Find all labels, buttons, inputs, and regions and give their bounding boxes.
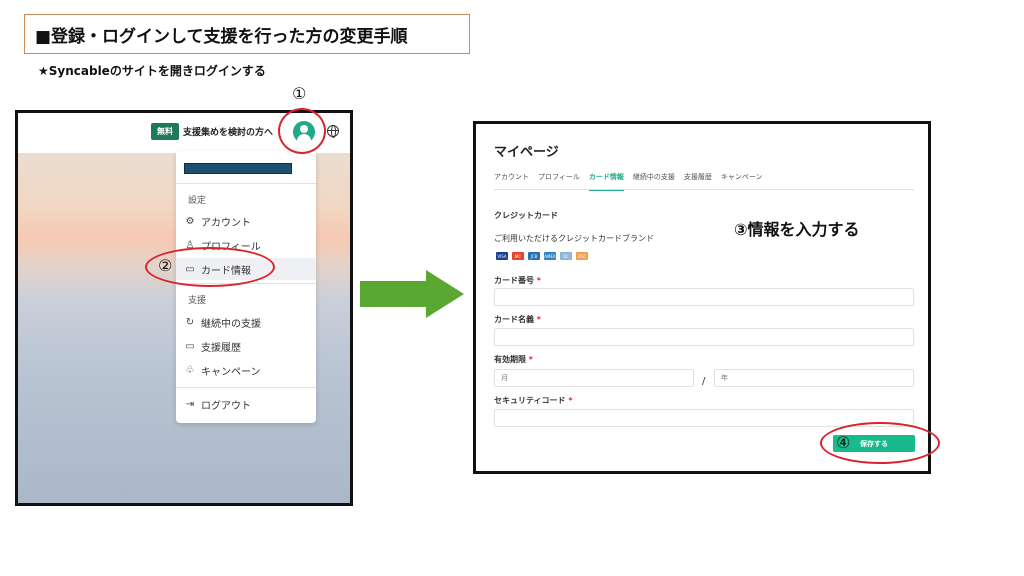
- card-name-input[interactable]: [494, 328, 914, 346]
- card-brand-icons: VISA MC JCB AMEX DC DSC: [496, 252, 588, 260]
- required-mark: *: [528, 355, 533, 364]
- required-mark: *: [568, 396, 573, 405]
- instruction-text: ★Syncableのサイトを開きログインする: [38, 64, 266, 78]
- menu-item-label: ログアウト: [201, 400, 251, 412]
- card-name-label: カード名義 *: [494, 314, 541, 325]
- jcb-icon: JCB: [528, 252, 540, 260]
- expiry-year-input[interactable]: [714, 369, 914, 387]
- card-number-input[interactable]: [494, 288, 914, 306]
- card-number-label-text: カード番号: [494, 276, 534, 285]
- menu-item-campaign[interactable]: ♧ キャンペーン: [176, 359, 316, 381]
- menu-item-account[interactable]: ⚙ アカウント: [176, 210, 316, 232]
- menu-item-continuing-support[interactable]: ↻ 継続中の支援: [176, 311, 316, 333]
- expiry-label-text: 有効期限: [494, 355, 526, 364]
- right-screenshot: マイページ アカウント プロフィール カード情報 継続中の支援 支援履歴 キャン…: [473, 121, 931, 474]
- page-title: ■登録・ログインして支援を行った方の変更手順: [24, 14, 470, 54]
- diners-icon: DC: [560, 252, 572, 260]
- step-4-number: ④: [836, 433, 851, 452]
- menu-item-label: 支援履歴: [201, 342, 241, 354]
- available-brands-text: ご利用いただけるクレジットカードブランド: [494, 234, 654, 243]
- card-name-label-text: カード名義: [494, 315, 534, 324]
- free-badge: 無料: [151, 123, 179, 140]
- username-redacted: [184, 163, 292, 174]
- credit-card-heading: クレジットカード: [494, 211, 558, 220]
- expiry-month-input[interactable]: [494, 369, 694, 387]
- menu-item-logout[interactable]: ⇥ ログアウト: [176, 393, 316, 415]
- security-code-label: セキュリティコード *: [494, 395, 573, 406]
- menu-item-label: キャンペーン: [201, 366, 261, 378]
- user-dropdown-menu: 設定 ⚙ アカウント ♙ プロフィール ▭ カード情報 支援 ↻ 継続中の支援 …: [176, 151, 316, 423]
- fundraising-info-link[interactable]: 支援集めを検討の方へ: [183, 125, 273, 138]
- amex-icon: AMEX: [544, 252, 556, 260]
- menu-item-label: アカウント: [201, 217, 251, 229]
- menu-divider: [176, 387, 316, 388]
- expiry-separator: /: [702, 376, 706, 387]
- required-mark: *: [536, 315, 541, 324]
- menu-divider: [176, 183, 316, 184]
- gear-icon: ⚙: [185, 215, 195, 227]
- hand-coin-icon: ♧: [185, 364, 195, 376]
- discover-icon: DSC: [576, 252, 588, 260]
- menu-section-settings: 設定: [188, 196, 207, 206]
- security-code-label-text: セキュリティコード: [494, 396, 566, 405]
- menu-section-support: 支援: [188, 296, 207, 306]
- menu-item-label: 継続中の支援: [201, 318, 261, 330]
- mastercard-icon: MC: [512, 252, 524, 260]
- arrow-right-icon: [360, 270, 464, 318]
- globe-icon[interactable]: [327, 125, 339, 138]
- step-1-number: ①: [292, 84, 307, 103]
- step-1-highlight-ring: [278, 108, 326, 154]
- step-3-instruction: ③情報を入力する: [734, 220, 860, 239]
- menu-item-support-history[interactable]: ▭ 支援履歴: [176, 335, 316, 357]
- tabs-divider: [494, 189, 914, 190]
- mypage-title: マイページ: [494, 145, 559, 160]
- expiry-label: 有効期限 *: [494, 354, 533, 365]
- refresh-icon: ↻: [185, 316, 195, 328]
- left-screenshot: 無料 支援集めを検討の方へ 設定 ⚙ アカウント ♙ プロフィール ▭ カード情…: [15, 110, 353, 506]
- required-mark: *: [536, 276, 541, 285]
- card-number-label: カード番号 *: [494, 275, 541, 286]
- logout-icon: ⇥: [185, 398, 195, 410]
- visa-icon: VISA: [496, 252, 508, 260]
- page-title-text: ■登録・ログインして支援を行った方の変更手順: [35, 26, 408, 47]
- credit-card-icon: ▭: [185, 340, 195, 352]
- step-2-number: ②: [158, 256, 173, 275]
